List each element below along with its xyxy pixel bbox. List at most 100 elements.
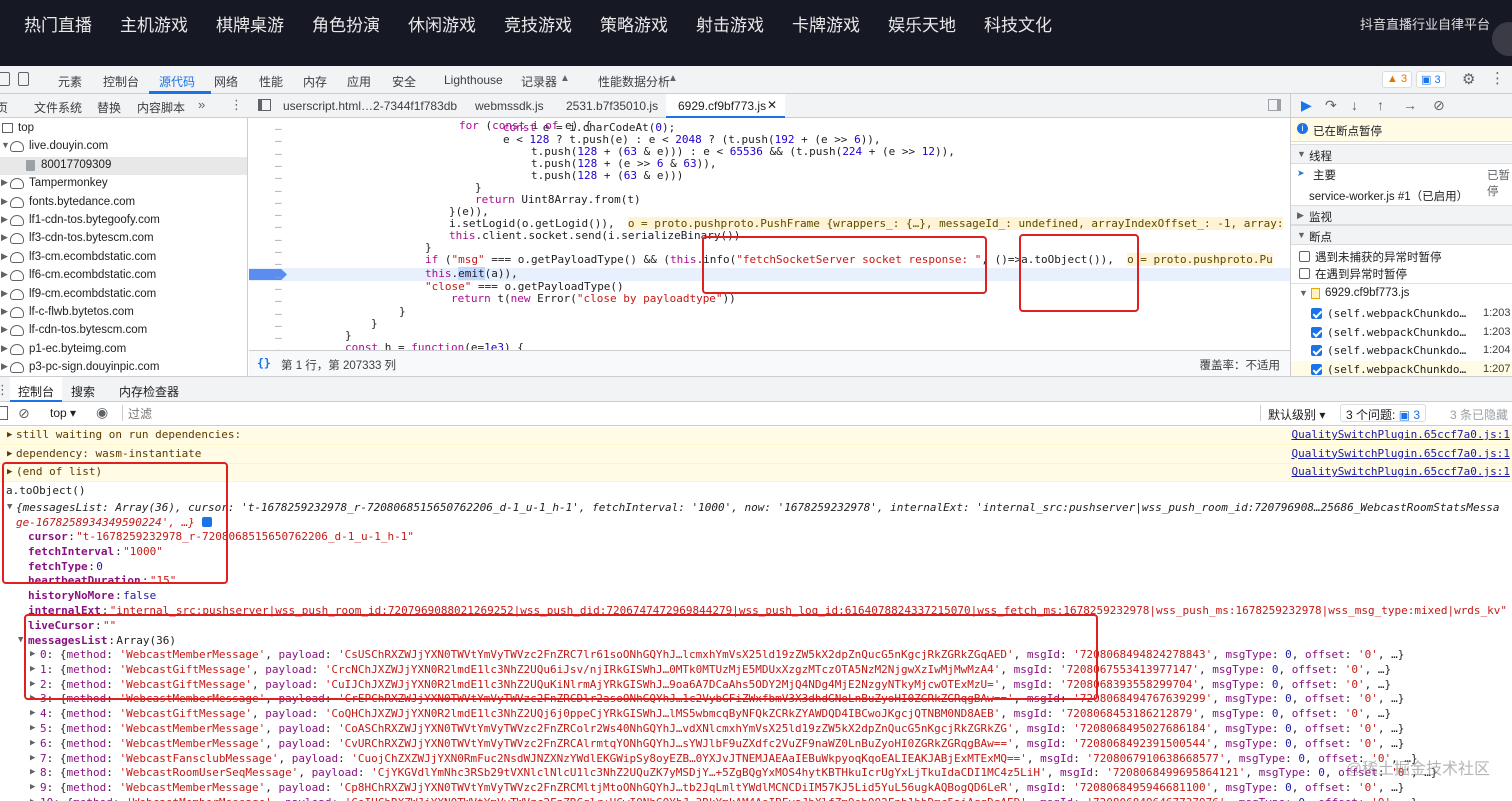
breakpoint-checkbox[interactable]: [1311, 308, 1322, 319]
file-tab[interactable]: 6929.cf9bf773.js: [678, 99, 766, 113]
nav-category[interactable]: 棋牌桌游: [216, 11, 284, 36]
nav-category[interactable]: 策略游戏: [600, 11, 668, 36]
collapse-arrow-icon[interactable]: ▶: [7, 446, 12, 462]
tree-item[interactable]: ▶ lf-cdn-tos.bytescm.com: [0, 322, 247, 340]
line-gutter-marker[interactable]: –: [275, 134, 282, 147]
collapse-arrow-icon[interactable]: ▶: [30, 780, 35, 795]
nav-category[interactable]: 休闲游戏: [408, 11, 476, 36]
step-out-icon[interactable]: ↑: [1377, 97, 1384, 113]
watch-section-header[interactable]: ▶ 监视: [1291, 205, 1512, 225]
line-gutter-marker[interactable]: –: [275, 196, 282, 209]
more-options-icon[interactable]: ⋮: [1490, 69, 1505, 87]
self-regulation-link[interactable]: 抖音直播行业自律平台: [1360, 14, 1490, 33]
tree-item[interactable]: ▼ live.douyin.com: [0, 138, 247, 156]
tree-item[interactable]: ▶ lf3-cm.ecombdstatic.com: [0, 249, 247, 267]
console-warning-row[interactable]: ▶ dependency: wasm-instantiate QualitySwit…: [0, 445, 1512, 464]
nav-category[interactable]: 娱乐天地: [888, 11, 956, 36]
source-link[interactable]: QualitySwitchPlugin.65ccf7a0.js:1: [1291, 446, 1510, 462]
user-avatar[interactable]: [1492, 22, 1512, 56]
devtools-tab[interactable]: 记录器: [521, 73, 557, 90]
devtools-tab[interactable]: 源代码: [159, 73, 195, 90]
line-gutter-marker[interactable]: –: [275, 147, 282, 160]
settings-gear-icon[interactable]: ⚙: [1462, 70, 1475, 88]
breakpoint-checkbox[interactable]: [1311, 345, 1322, 356]
line-gutter-marker[interactable]: –: [275, 245, 282, 258]
collapse-arrow-icon[interactable]: ▶: [1, 177, 8, 188]
nav-category[interactable]: 科技文化: [984, 11, 1052, 36]
pause-caught-checkbox[interactable]: [1299, 268, 1310, 279]
devtools-tab[interactable]: 内存: [303, 73, 327, 90]
line-gutter-marker[interactable]: –: [275, 282, 282, 295]
line-gutter-marker[interactable]: –: [275, 159, 282, 172]
tree-item[interactable]: ▶ lf3-cdn-tos.bytescm.com: [0, 230, 247, 248]
source-link[interactable]: QualitySwitchPlugin.65ccf7a0.js:1: [1291, 427, 1510, 443]
pretty-print-icon[interactable]: {}: [257, 356, 271, 370]
devtools-tab[interactable]: 元素: [58, 73, 82, 90]
devtools-tab[interactable]: 控制台: [103, 73, 139, 90]
nav-category[interactable]: 主机游戏: [120, 11, 188, 36]
collapse-arrow-icon[interactable]: ▶: [30, 765, 35, 780]
tree-item[interactable]: ▶ p3-pc-sign.douyinpic.com: [0, 359, 247, 376]
breakpoint-item[interactable]: (self.webpackChunkdo… 1:204: [1291, 342, 1512, 360]
line-gutter-marker[interactable]: –: [275, 208, 282, 221]
file-tab[interactable]: userscript.html…2-7344f1f783db: [283, 99, 457, 113]
line-gutter-marker[interactable]: –: [275, 294, 282, 307]
breakpoint-item[interactable]: (self.webpackChunkdo… 1:203: [1291, 324, 1512, 342]
resume-icon[interactable]: ▶︎: [1301, 97, 1312, 114]
collapse-arrow-icon[interactable]: ▶: [7, 427, 12, 443]
tree-item[interactable]: ▶ lf9-cm.ecombdstatic.com: [0, 286, 247, 304]
clear-console-icon[interactable]: ⊘: [18, 405, 30, 422]
nav-category[interactable]: 热门直播: [24, 11, 92, 36]
nav-category[interactable]: 竞技游戏: [504, 11, 572, 36]
devtools-tab[interactable]: 网络: [214, 73, 238, 90]
line-gutter-marker[interactable]: –: [275, 257, 282, 270]
collapse-arrow-icon[interactable]: ▶: [1, 196, 8, 207]
collapse-arrow-icon[interactable]: ▶: [30, 706, 35, 721]
line-gutter-marker[interactable]: –: [275, 331, 282, 344]
deactivate-breakpoints-icon[interactable]: ⊘: [1433, 97, 1445, 114]
drawer-tab[interactable]: 内存检查器: [119, 383, 179, 400]
nav-category[interactable]: 射击游戏: [696, 11, 764, 36]
tree-item[interactable]: top: [0, 120, 247, 138]
issues-button[interactable]: 3 个问题: ▣ 3: [1340, 404, 1427, 422]
expand-arrow-icon[interactable]: ▼: [18, 633, 23, 648]
source-link[interactable]: QualitySwitchPlugin.65ccf7a0.js:1: [1291, 464, 1510, 480]
line-gutter-marker[interactable]: –: [275, 270, 282, 283]
collapse-arrow-icon[interactable]: ▶: [30, 736, 35, 751]
drawer-tab[interactable]: 搜索: [71, 383, 95, 400]
devtools-tab[interactable]: Lighthouse: [444, 73, 503, 87]
tree-item[interactable]: ▶ lf-c-flwb.bytetos.com: [0, 304, 247, 322]
more-tabs-icon[interactable]: »: [198, 97, 205, 112]
devtools-tab[interactable]: 安全: [392, 73, 416, 90]
sidebar-menu-icon[interactable]: ⋮: [230, 97, 243, 113]
toggle-navigator-icon[interactable]: [258, 99, 271, 111]
collapse-arrow-icon[interactable]: ▶: [1, 214, 8, 225]
line-gutter-marker[interactable]: –: [275, 220, 282, 233]
nav-category[interactable]: 角色扮演: [312, 11, 380, 36]
tree-item[interactable]: 80017709309: [0, 156, 247, 175]
collapse-arrow-icon[interactable]: ▶: [1, 269, 8, 280]
expand-arrow-icon[interactable]: ▼: [1, 140, 10, 150]
console-filter-input[interactable]: [128, 404, 1258, 423]
close-tab-icon[interactable]: ✕: [767, 98, 777, 112]
live-expression-eye-icon[interactable]: ◉: [96, 404, 108, 421]
collapse-arrow-icon[interactable]: ▶: [30, 721, 35, 736]
line-gutter-marker[interactable]: –: [275, 343, 282, 350]
collapse-arrow-icon[interactable]: ▶: [1, 306, 8, 317]
collapse-arrow-icon[interactable]: ▶: [1, 343, 8, 354]
drawer-menu-icon[interactable]: ⋮: [0, 382, 9, 398]
tree-item[interactable]: ▶ lf1-cdn-tos.bytegoofy.com: [0, 212, 247, 230]
expand-arrow-icon[interactable]: ▼: [1299, 288, 1308, 298]
collapse-arrow-icon[interactable]: ▶: [1, 361, 8, 372]
drawer-tab[interactable]: 控制台: [18, 383, 54, 400]
tree-item[interactable]: ▶ lf6-cm.ecombdstatic.com: [0, 267, 247, 285]
line-gutter-marker[interactable]: –: [275, 319, 282, 332]
breakpoints-section-header[interactable]: ▼ 断点: [1291, 225, 1512, 245]
tree-item[interactable]: ▶ fonts.bytedance.com: [0, 194, 247, 212]
sources-side-tab[interactable]: 替换: [97, 99, 121, 116]
file-tab[interactable]: webmssdk.js: [475, 99, 544, 113]
devtools-tab[interactable]: 性能: [259, 73, 283, 90]
step-icon[interactable]: →: [1403, 97, 1417, 113]
log-levels-dropdown[interactable]: 默认级别 ▾: [1268, 406, 1325, 423]
collapse-arrow-icon[interactable]: ▶: [30, 751, 35, 766]
